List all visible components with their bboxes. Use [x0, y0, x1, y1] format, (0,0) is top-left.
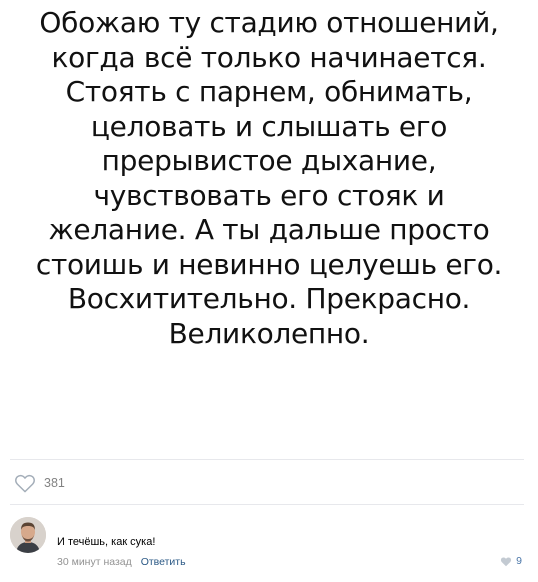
post-card: Обожаю ту стадию отношений, когда всё то…: [0, 0, 538, 582]
comment-time[interactable]: 30 минут назад: [57, 556, 132, 568]
post-text-line: прерывистое дыхание,: [101, 144, 437, 177]
reply-link[interactable]: Ответить: [141, 556, 186, 568]
post-like-count: 381: [44, 476, 65, 490]
post-text-line: когда всё только начинается.: [51, 40, 487, 74]
post-image-text: Обожаю ту стадию отношений, когда всё то…: [20, 6, 518, 351]
comment-meta: 30 минут назад Ответить: [57, 556, 186, 568]
heart-outline-icon: [14, 473, 36, 493]
post-text-line: стоишь и невинно целуешь его.: [35, 247, 503, 281]
heart-icon: [500, 556, 512, 567]
post-text-line: Стоять с парнем, обнимать,: [65, 75, 473, 108]
post-image[interactable]: Обожаю ту стадию отношений, когда всё то…: [0, 0, 538, 455]
post-text-line: желание. А ты дальше просто: [48, 213, 490, 246]
comment-like-count: 9: [516, 555, 522, 567]
post-text-line: Восхитительно. Прекрасно.: [67, 282, 471, 315]
post-text-line: чувствовать его стояк и: [93, 178, 445, 212]
post-text-line: целовать и слышать его: [90, 109, 448, 143]
comment: И течёшь, как сука! 30 минут назад Ответ…: [0, 505, 538, 582]
comment-text: И течёшь, как сука!: [57, 536, 156, 548]
divider: [10, 459, 524, 460]
post-text-line: Обожаю ту стадию отношений,: [39, 6, 499, 39]
comment-like-button[interactable]: 9: [500, 555, 522, 567]
post-like-button[interactable]: 381: [14, 472, 65, 494]
post-text-line: Великолепно.: [168, 316, 370, 350]
avatar[interactable]: [10, 517, 46, 553]
